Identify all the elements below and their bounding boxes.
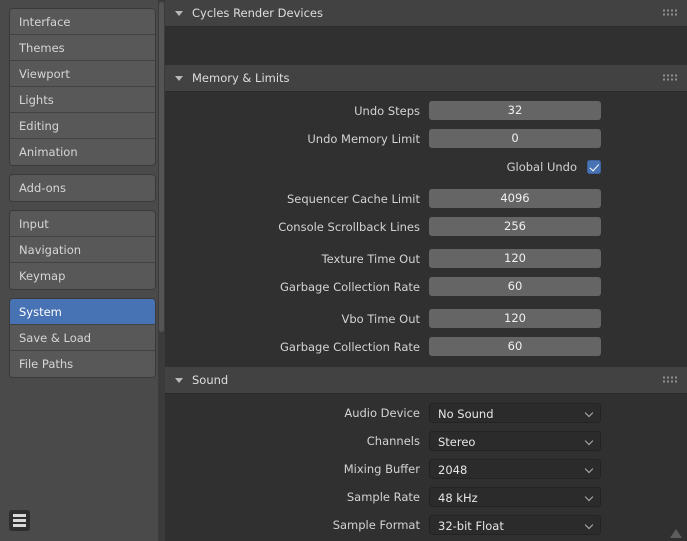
nav-group-general: Interface Themes Viewport Lights Editing… xyxy=(9,8,156,166)
field-row-undo-steps: Undo Steps 32 xyxy=(165,99,687,122)
chevron-down-icon xyxy=(175,10,183,16)
dropdown-value: No Sound xyxy=(438,406,494,421)
field-label: Global Undo xyxy=(506,159,577,174)
sidebar-item-themes[interactable]: Themes xyxy=(10,35,155,61)
preferences-window: Interface Themes Viewport Lights Editing… xyxy=(0,0,687,541)
chevron-down-icon xyxy=(586,522,593,529)
sequencer-cache-limit-input[interactable]: 4096 xyxy=(429,189,601,208)
undo-steps-input[interactable]: 32 xyxy=(429,101,601,120)
field-row-sample-format: Sample Format 32-bit Float xyxy=(165,513,687,536)
sidebar-item-editing[interactable]: Editing xyxy=(10,113,155,139)
texture-time-out-input[interactable]: 120 xyxy=(429,249,601,268)
sidebar-item-file-paths[interactable]: File Paths xyxy=(10,351,155,377)
field-label: Garbage Collection Rate xyxy=(280,279,420,294)
panel-grip-icon[interactable] xyxy=(663,74,678,82)
global-undo-checkbox[interactable] xyxy=(587,159,601,174)
channels-dropdown[interactable]: Stereo xyxy=(429,430,601,451)
sidebar-item-add-ons[interactable]: Add-ons xyxy=(10,175,155,201)
sidebar-scrollbar[interactable] xyxy=(158,0,165,541)
field-label: Texture Time Out xyxy=(321,251,420,266)
field-row-vbo-time-out: Vbo Time Out 120 xyxy=(165,307,687,330)
panel-title: Sound xyxy=(192,373,229,387)
resize-grip-icon[interactable] xyxy=(670,529,682,538)
chevron-down-icon xyxy=(175,75,183,81)
field-row-texture-time-out: Texture Time Out 120 xyxy=(165,247,687,270)
chevron-down-icon xyxy=(586,438,593,445)
texture-garbage-collection-rate-input[interactable]: 60 xyxy=(429,277,601,296)
console-scrollback-lines-input[interactable]: 256 xyxy=(429,217,601,236)
sidebar-item-system[interactable]: System xyxy=(10,299,155,325)
sidebar-item-viewport[interactable]: Viewport xyxy=(10,61,155,87)
dropdown-value: 2048 xyxy=(438,462,468,477)
field-row-console-scrollback-lines: Console Scrollback Lines 256 xyxy=(165,215,687,238)
sidebar-item-navigation[interactable]: Navigation xyxy=(10,237,155,263)
chevron-down-icon xyxy=(586,466,593,473)
panel-grip-icon[interactable] xyxy=(663,376,678,384)
sidebar-scrollbar-thumb[interactable] xyxy=(159,2,164,332)
field-label: Undo Steps xyxy=(354,103,420,118)
chevron-down-icon xyxy=(586,494,593,501)
field-row-sample-rate: Sample Rate 48 kHz xyxy=(165,485,687,508)
sidebar-item-keymap[interactable]: Keymap xyxy=(10,263,155,289)
field-row-vbo-garbage-collection-rate: Garbage Collection Rate 60 xyxy=(165,335,687,358)
field-label: Audio Device xyxy=(344,405,420,420)
field-label: Garbage Collection Rate xyxy=(280,339,420,354)
field-row-audio-device: Audio Device No Sound xyxy=(165,401,687,424)
field-label: Sample Format xyxy=(332,517,420,532)
field-row-channels: Channels Stereo xyxy=(165,429,687,452)
vbo-time-out-input[interactable]: 120 xyxy=(429,309,601,328)
panel-header-sound[interactable]: Sound xyxy=(165,367,687,394)
nav-group-system: System Save & Load File Paths xyxy=(9,298,156,378)
sidebar-item-lights[interactable]: Lights xyxy=(10,87,155,113)
vbo-garbage-collection-rate-input[interactable]: 60 xyxy=(429,337,601,356)
panel-body-sound: Audio Device No Sound Channels Stereo Mi… xyxy=(165,394,687,541)
panel-body-cycles-render-devices xyxy=(165,27,687,65)
hamburger-bar xyxy=(13,514,26,517)
field-row-sequencer-cache-limit: Sequencer Cache Limit 4096 xyxy=(165,187,687,210)
hamburger-menu-icon[interactable] xyxy=(9,510,30,531)
panel-header-memory-and-limits[interactable]: Memory & Limits xyxy=(165,65,687,92)
hamburger-bar xyxy=(13,524,26,527)
dropdown-value: 48 kHz xyxy=(438,490,478,505)
sample-rate-dropdown[interactable]: 48 kHz xyxy=(429,486,601,507)
field-row-texture-garbage-collection-rate: Garbage Collection Rate 60 xyxy=(165,275,687,298)
preferences-main-panel: Cycles Render Devices Memory & Limits Un… xyxy=(165,0,687,541)
field-label: Sample Rate xyxy=(346,489,420,504)
field-label: Undo Memory Limit xyxy=(307,131,420,146)
sidebar-item-animation[interactable]: Animation xyxy=(10,139,155,165)
panel-header-cycles-render-devices[interactable]: Cycles Render Devices xyxy=(165,0,687,27)
field-row-mixing-buffer: Mixing Buffer 2048 xyxy=(165,457,687,480)
field-label: Sequencer Cache Limit xyxy=(286,191,420,206)
chevron-down-icon xyxy=(586,410,593,417)
hamburger-bar xyxy=(13,519,26,522)
mixing-buffer-dropdown[interactable]: 2048 xyxy=(429,458,601,479)
sidebar-item-save-and-load[interactable]: Save & Load xyxy=(10,325,155,351)
undo-memory-limit-input[interactable]: 0 xyxy=(429,129,601,148)
field-row-undo-memory-limit: Undo Memory Limit 0 xyxy=(165,127,687,150)
panel-grip-icon[interactable] xyxy=(663,9,678,17)
sidebar-item-interface[interactable]: Interface xyxy=(10,9,155,35)
dropdown-value: Stereo xyxy=(438,434,476,449)
field-row-global-undo: Global Undo xyxy=(165,155,687,178)
panel-title: Memory & Limits xyxy=(192,71,290,85)
field-label: Vbo Time Out xyxy=(341,311,420,326)
chevron-down-icon xyxy=(175,377,183,383)
preferences-sidebar: Interface Themes Viewport Lights Editing… xyxy=(0,0,165,541)
field-label: Mixing Buffer xyxy=(343,461,420,476)
dropdown-value: 32-bit Float xyxy=(438,518,504,533)
field-label: Console Scrollback Lines xyxy=(278,219,420,234)
nav-group-input: Input Navigation Keymap xyxy=(9,210,156,290)
panel-body-memory-and-limits: Undo Steps 32 Undo Memory Limit 0 Global… xyxy=(165,92,687,367)
audio-device-dropdown[interactable]: No Sound xyxy=(429,402,601,423)
sidebar-item-input[interactable]: Input xyxy=(10,211,155,237)
nav-group-addons: Add-ons xyxy=(9,174,156,202)
sample-format-dropdown[interactable]: 32-bit Float xyxy=(429,514,601,535)
field-label: Channels xyxy=(366,433,420,448)
panel-title: Cycles Render Devices xyxy=(192,6,323,20)
